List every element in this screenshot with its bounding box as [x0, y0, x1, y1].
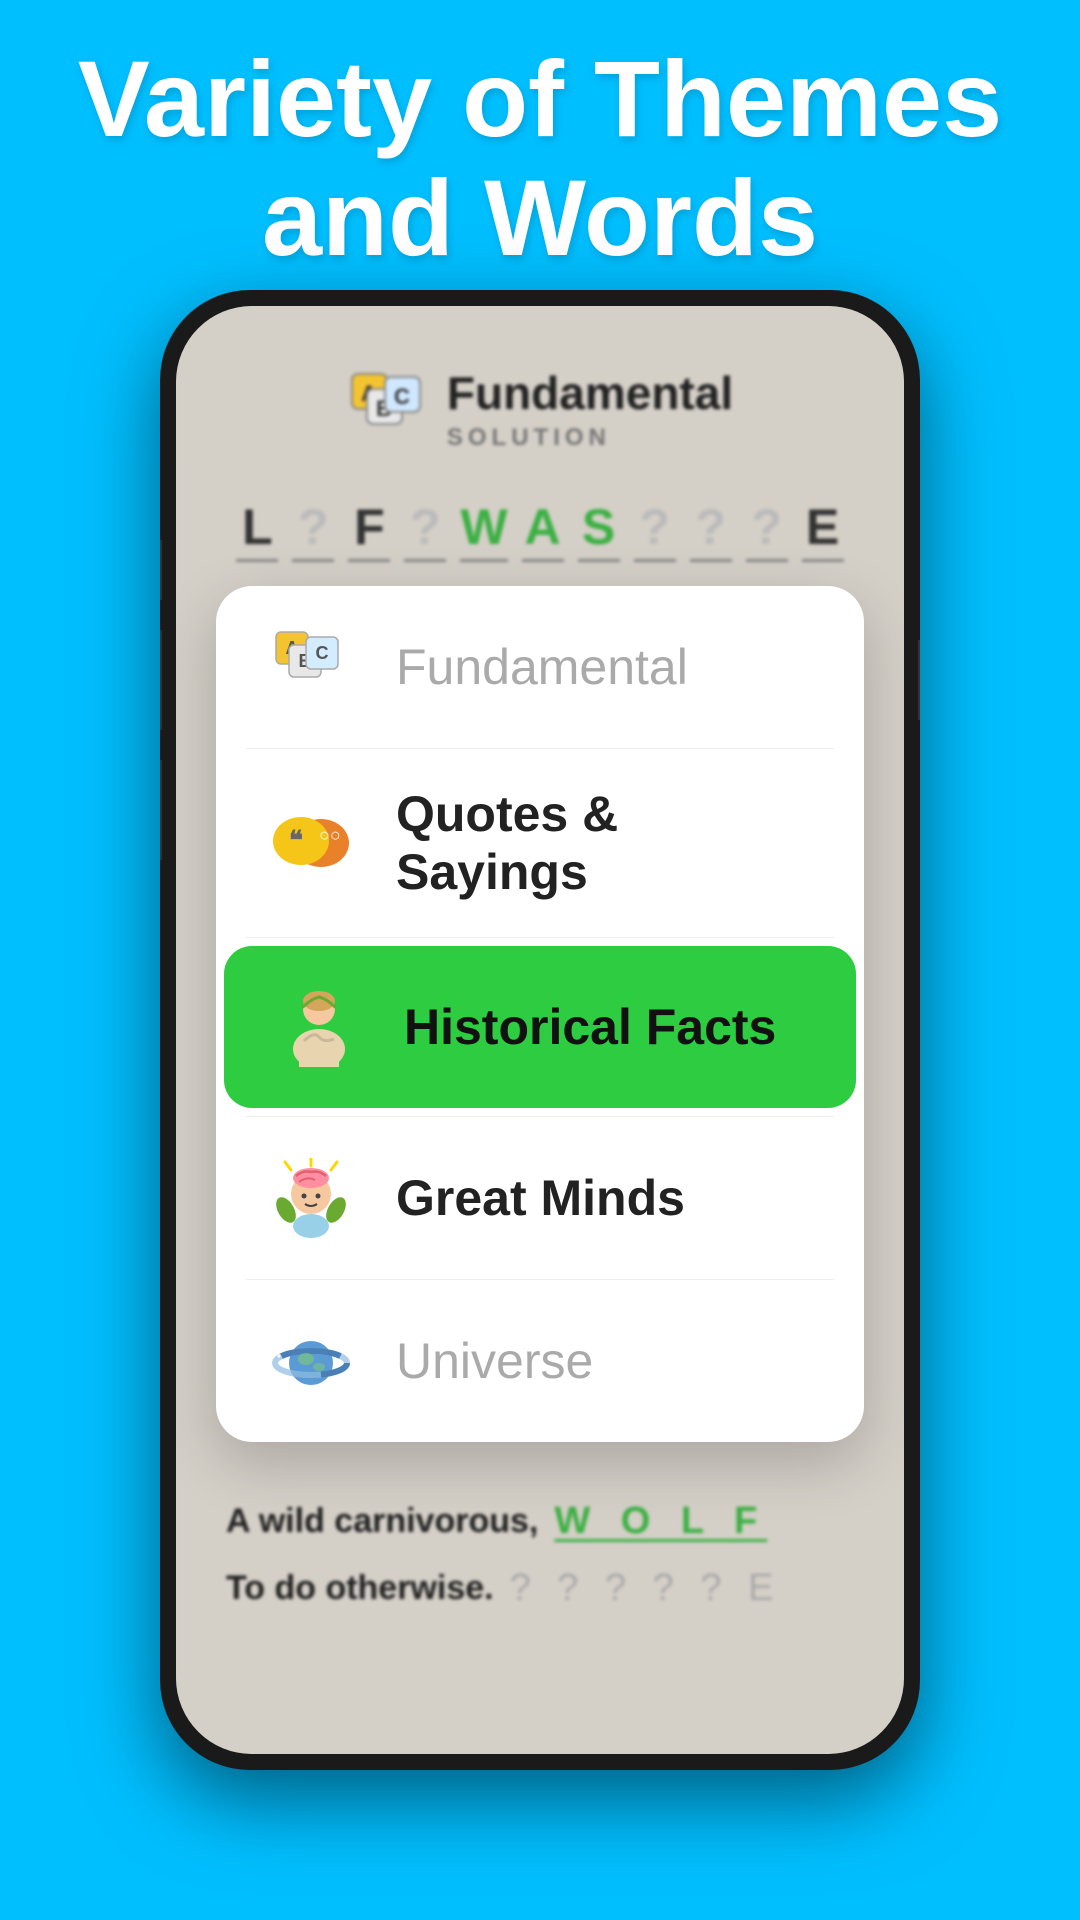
historical-label: Historical Facts: [404, 998, 776, 1056]
clue-row-1: A wild carnivorous, W O L F: [226, 1500, 854, 1543]
header-text: Variety of Themes and Words: [0, 40, 1080, 278]
letter-q2: ?: [404, 498, 446, 562]
phone-button-power: [918, 640, 920, 720]
great-minds-label: Great Minds: [396, 1169, 685, 1227]
letter-q4: ?: [690, 498, 732, 562]
fundamental-label: Fundamental: [396, 638, 688, 696]
svg-text:✦: ✦: [329, 1325, 344, 1345]
menu-item-quotes[interactable]: ❝ ○○ Quotes & Sayings: [216, 749, 864, 937]
menu-item-universe[interactable]: ✦ Universe: [216, 1280, 864, 1442]
theme-menu: A B C Fundamental: [216, 586, 864, 1442]
phone-button-vol-up: [160, 630, 162, 730]
clues-area: A wild carnivorous, W O L F To do otherw…: [226, 1500, 854, 1634]
historical-icon: [274, 982, 364, 1072]
fundamental-icon: A B C: [266, 622, 356, 712]
svg-text:○○: ○○: [319, 825, 341, 845]
letter-W: W: [460, 498, 507, 562]
word-row-1: L ? F ? W A S ? ? ? E: [236, 498, 843, 562]
letter-S: S: [578, 498, 620, 562]
clue2-desc: To do otherwise.: [226, 1569, 494, 1608]
header-line1: Variety of Themes: [60, 40, 1020, 159]
letter-q5: ?: [746, 498, 788, 562]
phone-button-mute: [160, 540, 162, 600]
letter-q3: ?: [634, 498, 676, 562]
letter-L: L: [236, 498, 278, 562]
header-line2: and Words: [60, 159, 1020, 278]
universe-icon: ✦: [266, 1316, 356, 1406]
clue2-answer: ? ? ? ? ? E: [510, 1567, 782, 1610]
quotes-label: Quotes & Sayings: [396, 785, 814, 901]
great-minds-icon: [266, 1153, 356, 1243]
phone-screen: A B C Fundamental SOLUTION L ? F: [176, 306, 904, 1754]
abc-icon: A B C: [347, 369, 427, 449]
phone-frame: A B C Fundamental SOLUTION L ? F: [160, 290, 920, 1770]
svg-text:❝: ❝: [289, 825, 303, 855]
menu-item-fundamental[interactable]: A B C Fundamental: [216, 586, 864, 748]
menu-item-historical[interactable]: Historical Facts: [224, 946, 856, 1108]
svg-text:C: C: [316, 643, 329, 663]
game-subtitle: SOLUTION: [447, 424, 733, 452]
quotes-icon: ❝ ○○: [266, 798, 356, 888]
letter-E: E: [802, 498, 844, 562]
divider-2: [246, 937, 834, 938]
letter-F: F: [348, 498, 390, 562]
clue1-answer: W O L F: [554, 1500, 767, 1543]
universe-label: Universe: [396, 1332, 593, 1390]
menu-item-great-minds[interactable]: Great Minds: [216, 1117, 864, 1279]
phone-button-vol-down: [160, 760, 162, 860]
clue-row-2: To do otherwise. ? ? ? ? ? E: [226, 1567, 854, 1610]
letter-A: A: [522, 498, 564, 562]
clue1-desc: A wild carnivorous,: [226, 1502, 538, 1541]
letter-q1: ?: [292, 498, 334, 562]
svg-text:C: C: [394, 384, 410, 409]
game-title: Fundamental: [447, 366, 733, 420]
